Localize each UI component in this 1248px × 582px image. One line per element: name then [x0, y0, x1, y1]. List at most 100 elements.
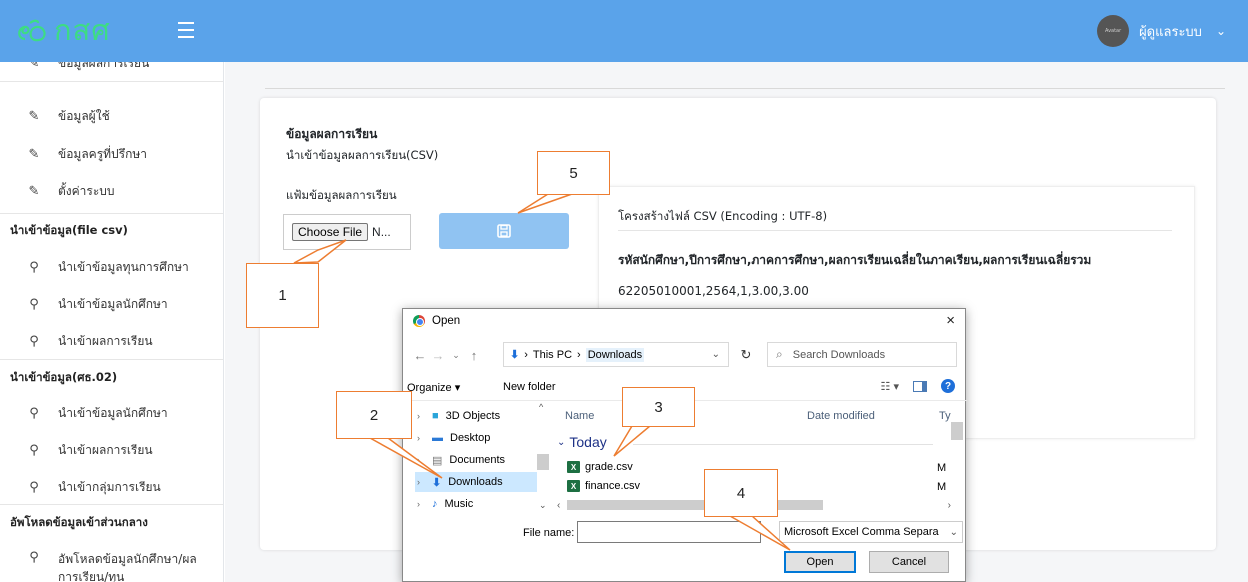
save-button[interactable]	[439, 213, 569, 249]
avatar[interactable]: Avatar	[1097, 15, 1130, 47]
edit-icon: ✎	[28, 146, 40, 162]
import-icon: ⚲	[29, 479, 39, 495]
chevron-down-icon[interactable]: ⌄	[712, 349, 720, 360]
back-arrow-icon[interactable]: ←	[411, 348, 429, 363]
nav-scrollbar[interactable]: ^ ⌄	[537, 402, 549, 514]
file-row[interactable]: X finance.csv	[567, 477, 640, 495]
top-navbar: กสศ Avatar ผู้ดูแลระบบ ⌄	[0, 0, 1248, 62]
group-header-today[interactable]: ⌄ Today	[557, 434, 607, 450]
import-icon: ⚲	[29, 442, 39, 458]
breadcrumb-this-pc[interactable]: This PC	[533, 349, 572, 361]
recent-dropdown-icon[interactable]: ⌄	[447, 350, 465, 361]
navigation-pane: › ■ 3D Objects › ▬ Desktop › ▤ Documents › ⬇ Dow…	[403, 402, 549, 514]
edit-icon: ✎	[28, 108, 40, 124]
search-input[interactable]: ⌕ Search Downloads	[767, 342, 957, 367]
sidebar-section-ks02: นำเข้าข้อมูล(ศธ.02)	[10, 370, 118, 384]
nav-item-3d-objects[interactable]: › ■ 3D Objects	[415, 406, 537, 426]
column-header-date[interactable]: Date modified	[807, 410, 875, 422]
cube-icon: ■	[432, 410, 439, 422]
filename-label: File name:	[523, 527, 575, 539]
horizontal-scroll-thumb[interactable]	[567, 500, 823, 510]
edit-icon: ✎	[28, 62, 40, 71]
sidebar-item-import-grades[interactable]: ⚲ นำเข้าผลการเรียน	[0, 331, 223, 351]
callout-5: 5	[537, 151, 610, 195]
download-icon: ⬇	[510, 349, 520, 361]
column-header-type[interactable]: Ty	[939, 410, 951, 422]
chevron-down-icon[interactable]: ⌄	[1216, 24, 1226, 38]
file-input[interactable]: Choose File N...	[283, 214, 411, 250]
sidebar-item-ks02-grades[interactable]: ⚲ นำเข้าผลการเรียน	[0, 440, 223, 460]
import-icon: ⚲	[29, 296, 39, 312]
music-icon: ♪	[432, 498, 438, 510]
sidebar-item-ks02-students[interactable]: ⚲ นำเข้าข้อมูลนักศึกษา	[0, 403, 223, 423]
callout-2: 2	[336, 391, 412, 439]
no-file-text: N...	[372, 225, 391, 239]
document-icon: ▤	[432, 454, 443, 467]
sidebar-item-ks02-groups[interactable]: ⚲ นำเข้ากลุ่มการเรียน	[0, 477, 223, 497]
import-icon: ⚲	[29, 259, 39, 275]
card-subtitle: นำเข้าข้อมูลผลการเรียน(CSV)	[286, 148, 439, 162]
sidebar-item-grades[interactable]: ✎ ข้อมูลผลการเรียน	[0, 62, 223, 72]
import-icon: ⚲	[29, 550, 39, 565]
sidebar-section-csv: นำเข้าข้อมูล(file csv)	[10, 223, 128, 237]
csv-example: 62205010001,2564,1,3.00,3.00	[618, 284, 809, 298]
filename-input[interactable]	[577, 521, 761, 543]
new-folder-button[interactable]: New folder	[503, 381, 556, 393]
preview-pane-icon[interactable]	[913, 380, 927, 392]
nav-item-music[interactable]: › ♪ Music	[415, 494, 537, 514]
forward-arrow-icon[interactable]: →	[429, 348, 447, 363]
import-icon: ⚲	[29, 333, 39, 349]
chevron-down-icon: ⌄	[947, 526, 958, 538]
breadcrumb-downloads[interactable]: Downloads	[585, 347, 645, 362]
file-field-label: แฟ้มข้อมูลผลการเรียน	[286, 188, 397, 202]
sidebar-item-import-students[interactable]: ⚲ นำเข้าข้อมูลนักศึกษา	[0, 294, 223, 314]
chevron-down-icon: ⌄	[557, 436, 566, 448]
sidebar: ✎ ข้อมูลผลการเรียน ✎ ข้อมูลผู้ใช้ ✎ ข้อม…	[0, 62, 224, 582]
sidebar-item-upload[interactable]: ⚲ อัพโหลดข้อมูลนักศึกษา/ผล การเรียน/ทุน	[0, 550, 223, 582]
file-open-dialog: Open × ← → ⌄ ↑ ⬇ › This PC › Downloads ⌄…	[402, 308, 967, 582]
help-icon[interactable]: ?	[941, 379, 955, 393]
excel-file-icon: X	[567, 480, 580, 492]
csv-structure-heading: โครงสร้างไฟล์ CSV (Encoding : UTF-8)	[618, 209, 828, 223]
sidebar-item-users[interactable]: ✎ ข้อมูลผู้ใช้	[0, 106, 223, 126]
search-icon: ⌕	[776, 347, 783, 361]
open-button[interactable]: Open	[784, 551, 856, 573]
desktop-icon: ▬	[432, 432, 443, 444]
file-row[interactable]: X grade.csv	[567, 458, 633, 476]
logo[interactable]: กสศ	[16, 10, 111, 50]
user-menu[interactable]: Avatar ผู้ดูแลระบบ ⌄	[1097, 15, 1226, 47]
divider	[618, 230, 1172, 231]
refresh-icon[interactable]: ↻	[733, 342, 759, 367]
nav-buttons: ← → ⌄ ↑	[411, 343, 483, 367]
nav-item-desktop[interactable]: › ▬ Desktop	[415, 428, 537, 448]
user-name[interactable]: ผู้ดูแลระบบ	[1139, 21, 1202, 42]
dialog-titlebar: Open	[413, 315, 460, 327]
cancel-button[interactable]: Cancel	[869, 551, 949, 573]
logo-mark-icon	[18, 19, 46, 42]
floppy-disk-icon	[497, 224, 511, 238]
file-type-select[interactable]: Microsoft Excel Comma Separa ⌄	[779, 521, 963, 543]
callout-1: 1	[246, 263, 319, 328]
view-options-icon[interactable]: ☷ ▾	[881, 380, 899, 393]
choose-file-button[interactable]: Choose File	[292, 223, 369, 241]
up-arrow-icon[interactable]: ↑	[465, 348, 483, 363]
download-icon: ⬇	[432, 476, 442, 489]
organize-menu[interactable]: Organize ▾	[407, 381, 460, 394]
address-bar[interactable]: ⬇ › This PC › Downloads ⌄	[503, 342, 729, 367]
sidebar-item-advisors[interactable]: ✎ ข้อมูลครูที่ปรึกษา	[0, 144, 223, 164]
chrome-icon	[413, 315, 425, 327]
close-icon[interactable]: ×	[946, 312, 955, 329]
csv-fields: รหัสนักศึกษา,ปีการศึกษา,ภาคการศึกษา,ผลกา…	[618, 253, 1092, 267]
column-header-name[interactable]: Name	[565, 410, 594, 422]
nav-item-documents[interactable]: › ▤ Documents	[415, 450, 537, 470]
divider	[265, 88, 1225, 89]
file-list-scrollbar[interactable]	[951, 422, 963, 440]
sidebar-item-import-scholarship[interactable]: ⚲ นำเข้าข้อมูลทุนการศึกษา	[0, 257, 223, 277]
callout-3: 3	[622, 387, 695, 427]
callout-4: 4	[704, 469, 778, 517]
menu-toggle-icon[interactable]	[178, 22, 194, 38]
nav-item-downloads[interactable]: › ⬇ Downloads	[415, 472, 537, 492]
sidebar-item-settings[interactable]: ✎ ตั้งค่าระบบ	[0, 181, 223, 201]
logo-text: กสศ	[54, 13, 111, 47]
dialog-title: Open	[432, 315, 461, 327]
